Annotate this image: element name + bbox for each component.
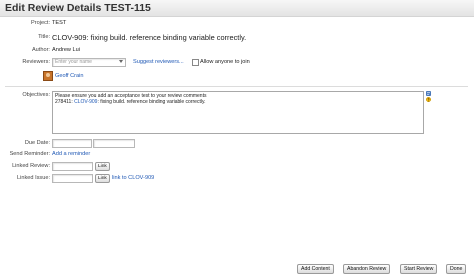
author-value: Andrew Lui bbox=[52, 47, 80, 53]
reviewer-input[interactable]: Enter your name bbox=[52, 58, 126, 67]
allow-anyone-label: Allow anyone to join bbox=[200, 59, 250, 65]
reviewers-label: Reviewers: bbox=[22, 59, 50, 65]
dialog-title: Edit Review Details TEST-115 bbox=[5, 2, 151, 14]
dialog-header: Edit Review Details TEST-115 bbox=[0, 0, 474, 17]
linked-issue-link-button[interactable]: Link bbox=[95, 174, 110, 183]
objectives-label: Objectives: bbox=[22, 92, 50, 98]
author-label: Author: bbox=[31, 47, 50, 53]
due-time-input[interactable] bbox=[93, 139, 135, 148]
project-label: Project: bbox=[31, 20, 50, 26]
add-content-button[interactable]: Add Content bbox=[297, 264, 334, 274]
help-icon[interactable] bbox=[426, 97, 431, 102]
add-reminder-link[interactable]: Add a reminder bbox=[52, 151, 90, 157]
title-value[interactable]: CLOV-909: fixing build. reference bindin… bbox=[52, 33, 246, 42]
done-button[interactable]: Done bbox=[446, 264, 467, 274]
suggest-reviewers-link[interactable]: Suggest reviewers... bbox=[133, 59, 184, 65]
linked-review-input[interactable] bbox=[52, 162, 93, 171]
allow-anyone-checkbox[interactable] bbox=[192, 59, 199, 66]
objectives-textarea[interactable]: Please ensure you add an acceptance test… bbox=[52, 91, 424, 134]
title-issue-key: CLOV-909 bbox=[52, 33, 87, 42]
linked-review-link-button[interactable]: Link bbox=[95, 162, 110, 171]
reviewer-input-placeholder: Enter your name bbox=[55, 59, 92, 65]
wiki-markup-icon[interactable] bbox=[426, 91, 431, 96]
objectives-line-2-suffix: : fixing build. reference binding variab… bbox=[97, 99, 206, 105]
linked-issue-input[interactable] bbox=[52, 174, 93, 183]
due-date-label: Due Date: bbox=[24, 140, 50, 146]
send-reminder-label: Send Reminder: bbox=[9, 151, 50, 157]
linked-issue-suggestion-link[interactable]: link to CLOV-909 bbox=[112, 175, 154, 181]
due-date-input[interactable] bbox=[52, 139, 92, 148]
section-divider bbox=[5, 86, 468, 87]
objectives-line-2-prefix: 278411: bbox=[55, 99, 75, 105]
objectives-line-2: 278411: CLOV-909: fixing build. referenc… bbox=[55, 99, 205, 105]
objectives-issue-link[interactable]: CLOV-909 bbox=[74, 99, 97, 105]
project-value: TEST bbox=[52, 20, 67, 26]
title-text: : fixing build. reference binding variab… bbox=[86, 33, 247, 42]
linked-review-label: Linked Review: bbox=[12, 163, 50, 169]
user-avatar-icon bbox=[43, 71, 53, 81]
start-review-button[interactable]: Start Review bbox=[400, 264, 438, 274]
abandon-review-button[interactable]: Abandon Review bbox=[343, 264, 391, 274]
title-label: Title: bbox=[38, 34, 50, 40]
reviewer-name-link[interactable]: Geoff Crain bbox=[55, 73, 84, 79]
chevron-down-icon[interactable] bbox=[119, 60, 123, 63]
linked-issue-label: Linked Issue: bbox=[17, 175, 50, 181]
